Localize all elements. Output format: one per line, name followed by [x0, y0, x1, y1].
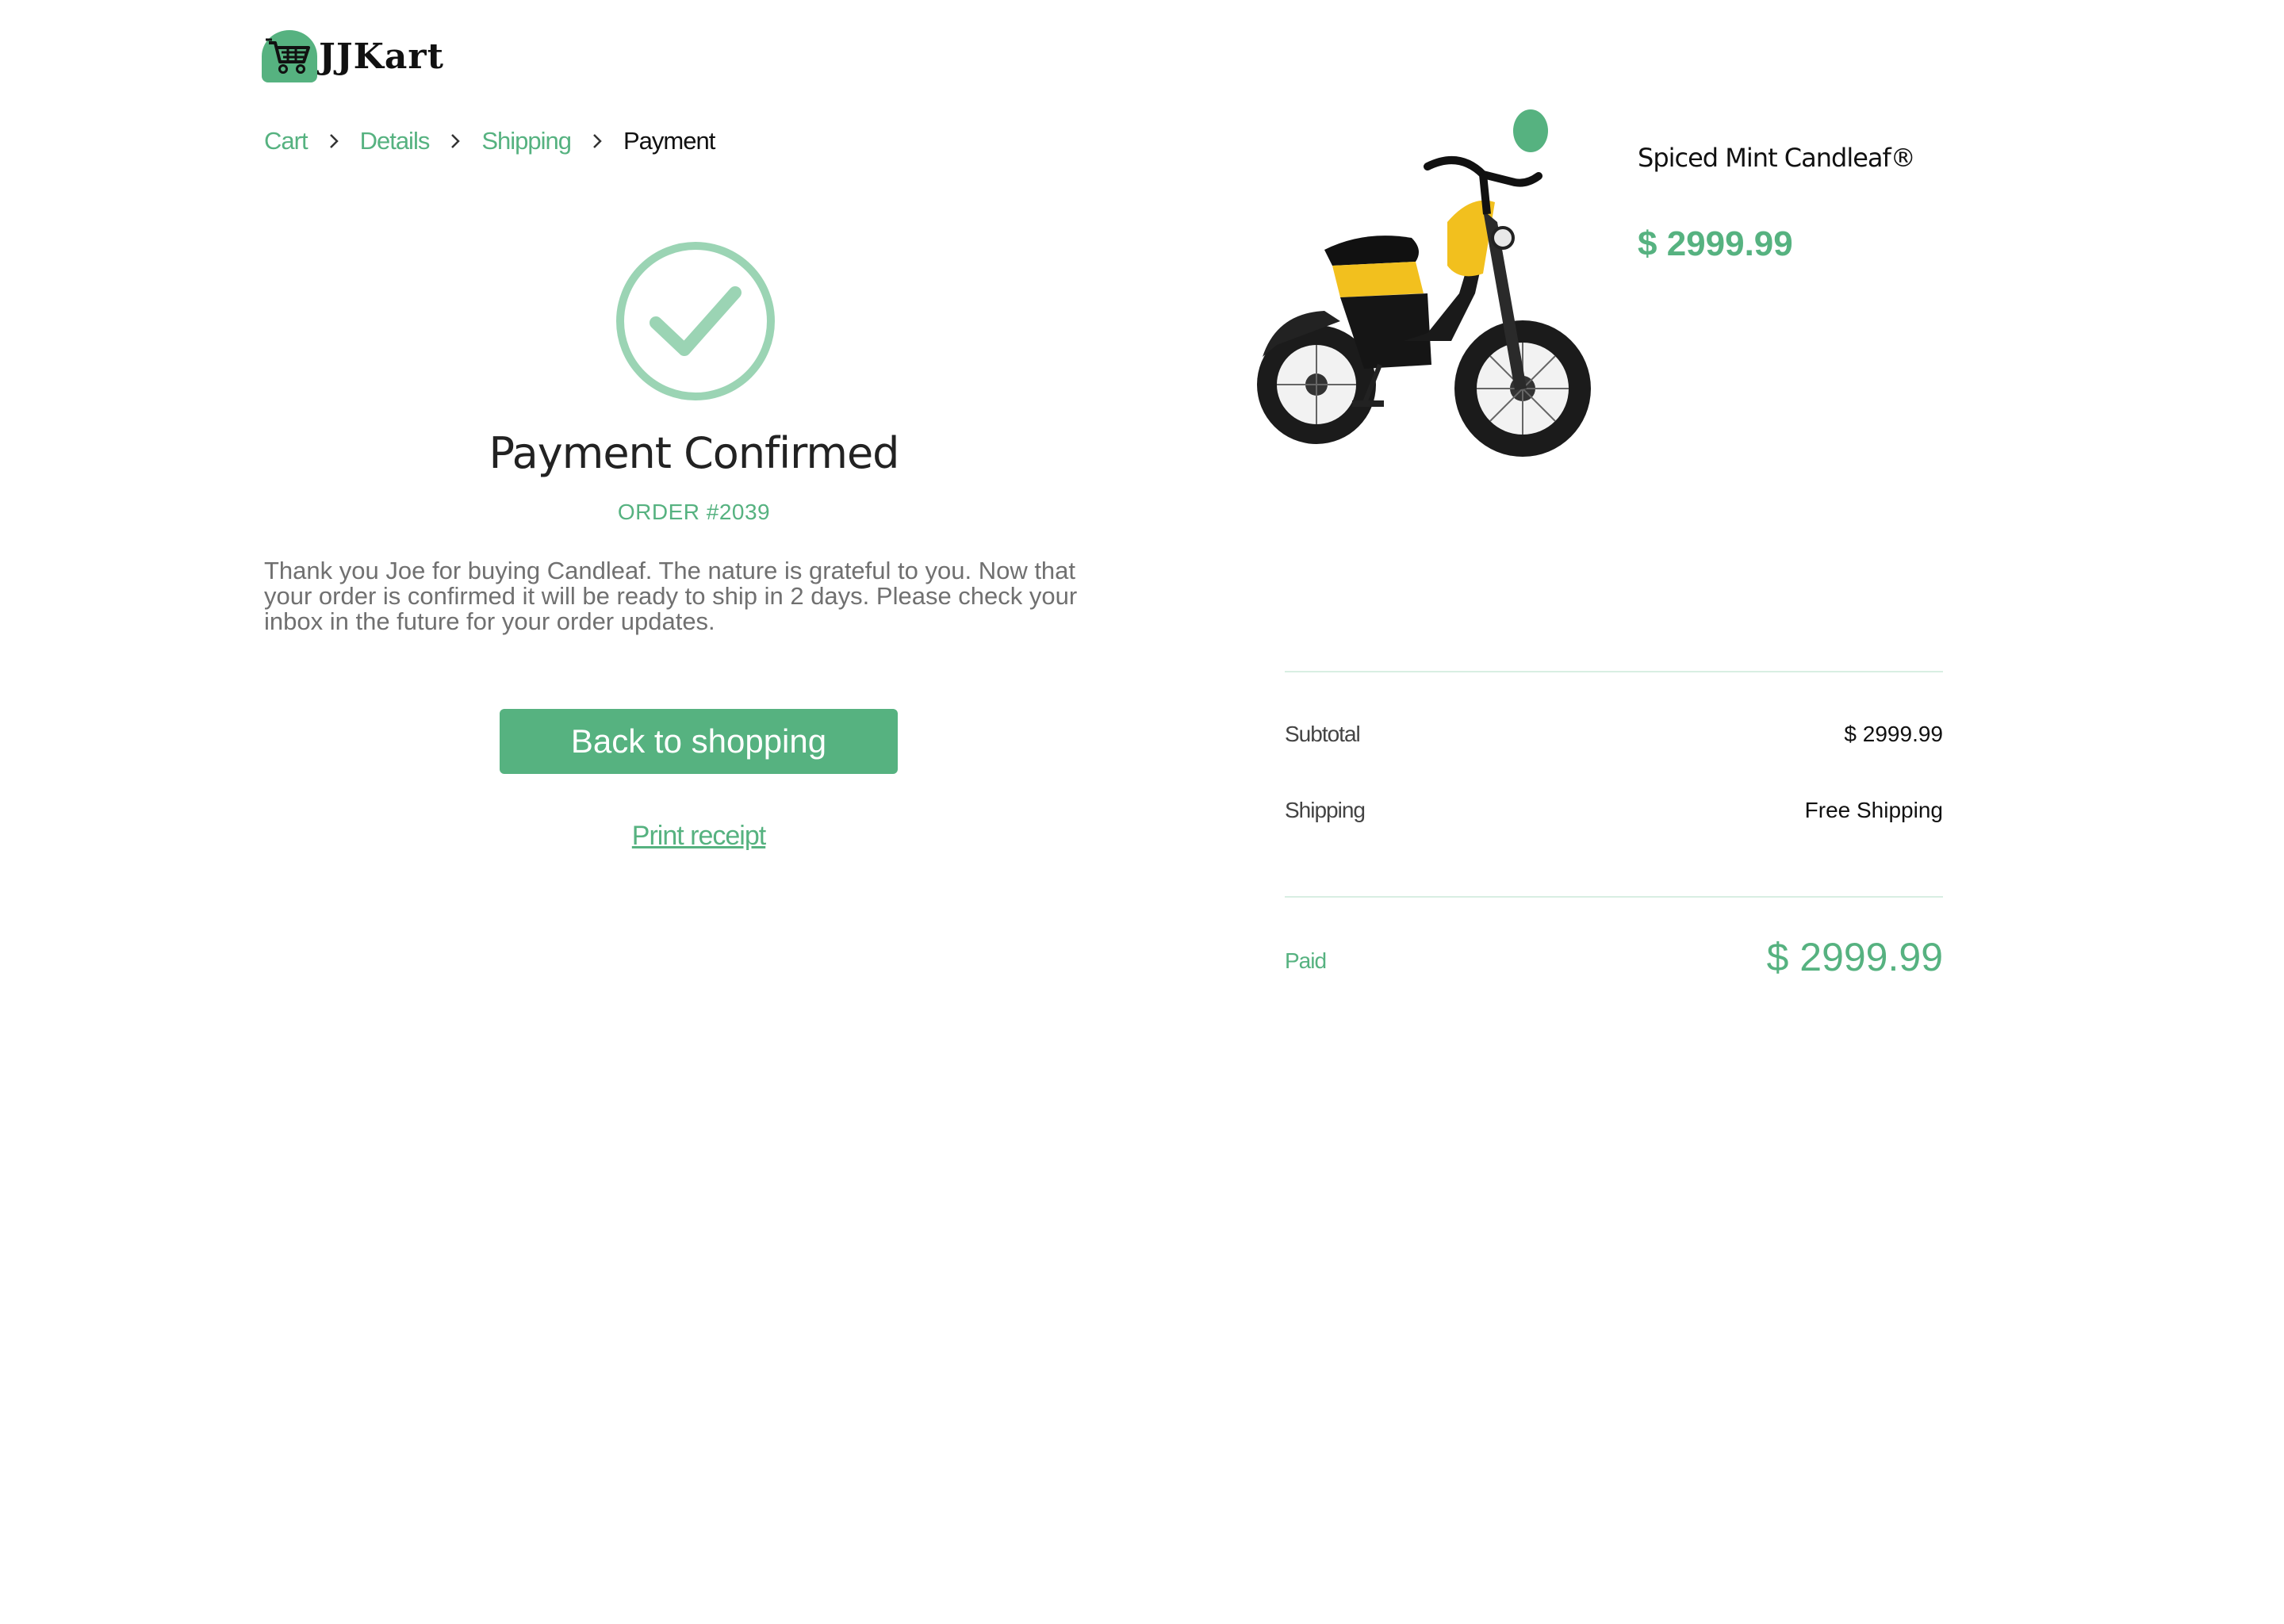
shopping-cart-icon — [262, 30, 317, 82]
paid-value: $ 2999.99 — [1766, 935, 1943, 979]
page-title: Payment Confirmed — [489, 428, 900, 478]
brand-name: JJKart — [319, 36, 444, 77]
brand-logo[interactable]: JJKart — [262, 29, 444, 84]
subtotal-label: Subtotal — [1285, 722, 1361, 746]
paid-label: Paid — [1285, 948, 1327, 973]
shipping-label: Shipping — [1285, 798, 1366, 822]
chevron-right-icon — [592, 132, 603, 150]
back-to-shopping-button[interactable]: Back to shopping — [500, 709, 898, 774]
breadcrumb-cart[interactable]: Cart — [264, 127, 308, 155]
check-circle-icon — [615, 240, 776, 402]
breadcrumb-details[interactable]: Details — [360, 127, 431, 155]
breadcrumb: Cart Details Shipping Payment — [264, 127, 715, 155]
order-number: ORDER #2039 — [617, 500, 771, 524]
print-receipt-link[interactable]: Print receipt — [500, 821, 898, 852]
summary-divider-top — [1285, 671, 1943, 672]
product-name: Spiced Mint Candleaf® — [1638, 143, 1916, 173]
confirmation-message: Thank you Joe for buying Candleaf. The n… — [264, 557, 1078, 635]
shipping-value: Free Shipping — [1804, 798, 1943, 822]
product-image — [1245, 103, 1610, 476]
chevron-right-icon — [328, 132, 339, 150]
subtotal-value: $ 2999.99 — [1844, 722, 1943, 746]
summary-divider-bottom — [1285, 896, 1943, 898]
chevron-right-icon — [450, 132, 461, 150]
breadcrumb-payment: Payment — [623, 127, 715, 155]
breadcrumb-shipping[interactable]: Shipping — [481, 127, 572, 155]
product-price: $ 2999.99 — [1638, 224, 1793, 263]
